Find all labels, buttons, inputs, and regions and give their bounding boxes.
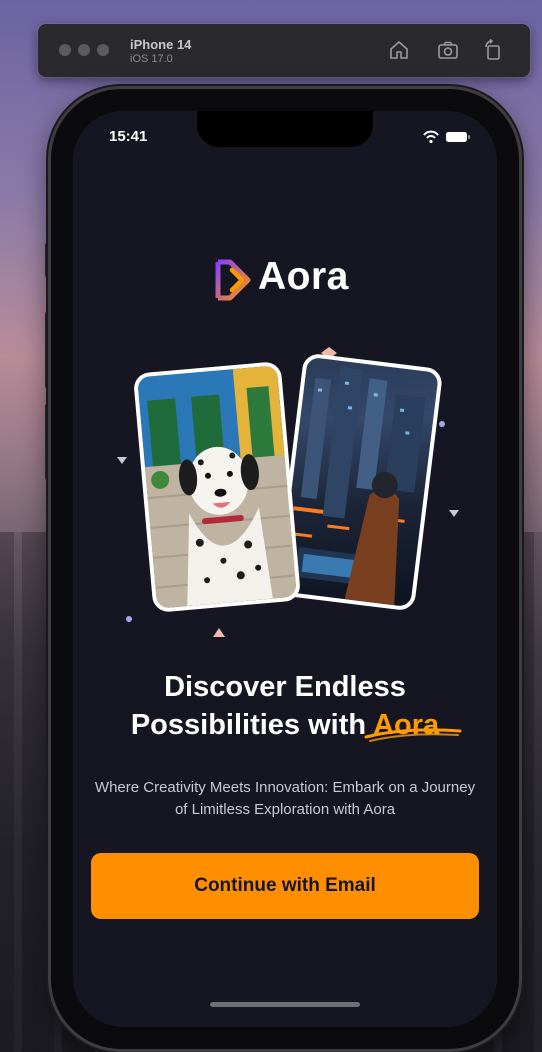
home-indicator[interactable]: [210, 1002, 360, 1007]
volume-up-button: [45, 312, 50, 388]
triangle-icon: [449, 510, 459, 517]
dalmatian-photo: [132, 361, 302, 613]
wifi-icon: [423, 130, 439, 144]
volume-down-button: [45, 404, 50, 480]
window-minimize-button[interactable]: [78, 44, 90, 56]
underline-swoosh-icon: [364, 728, 462, 742]
logo-text: Aora: [258, 255, 349, 298]
headline-line-1: Discover Endless: [164, 671, 406, 703]
os-version: iOS 17.0: [130, 53, 173, 65]
triangle-up-icon: [213, 628, 225, 637]
continue-with-email-button[interactable]: Continue with Email: [91, 853, 479, 919]
notch: [197, 111, 373, 147]
power-button: [519, 337, 524, 447]
dot-icon: [126, 616, 132, 622]
home-icon[interactable]: [387, 38, 411, 62]
simulator-toolbar: iPhone 14 iOS 17.0: [38, 24, 530, 77]
status-icons: [423, 130, 470, 144]
app-screen: 15:41 Aora Discover Endless Possibilitie…: [73, 111, 497, 1027]
subtext: Where Creativity Meets Innovation: Embar…: [94, 779, 476, 818]
rotate-icon[interactable]: [481, 38, 505, 62]
screenshot-icon[interactable]: [436, 38, 460, 62]
window-zoom-button[interactable]: [97, 44, 109, 56]
headline-text: Possibilities with: [130, 709, 367, 741]
triangle-icon: [117, 457, 127, 464]
window-close-button[interactable]: [59, 44, 71, 56]
app-logo: Aora: [214, 255, 364, 302]
silent-switch: [45, 243, 50, 277]
status-time: 15:41: [109, 128, 148, 145]
aora-logo-icon: [215, 259, 251, 301]
device-name: iPhone 14: [130, 37, 192, 52]
iphone-frame: 15:41 Aora Discover Endless Possibilitie…: [51, 89, 519, 1049]
dot-icon: [439, 421, 445, 427]
cyberpunk-city-photo: [274, 352, 444, 612]
battery-icon: [446, 132, 470, 142]
